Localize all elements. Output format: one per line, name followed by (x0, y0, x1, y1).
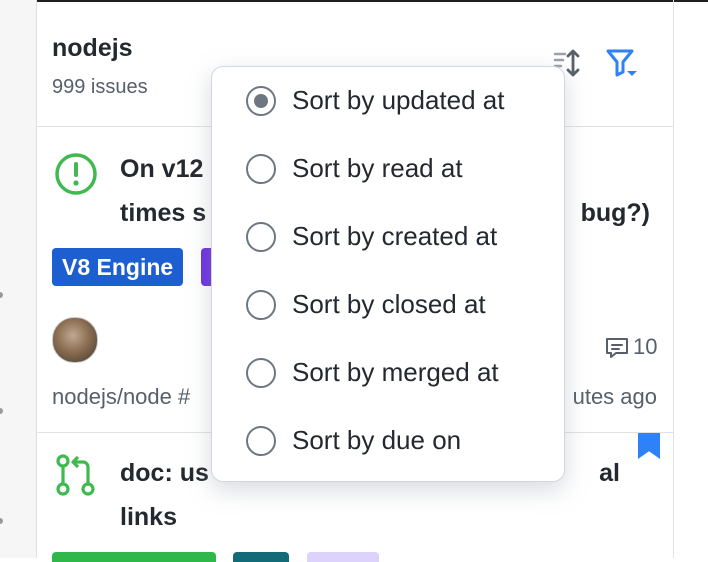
bookmark-icon[interactable] (638, 433, 660, 459)
radio-unselected[interactable] (246, 154, 276, 184)
sort-option-label: Sort by merged at (292, 357, 499, 387)
label-v8-engine[interactable]: V8 Engine (52, 248, 184, 286)
sort-option-closed[interactable]: Sort by closed at (212, 271, 564, 339)
label-chip[interactable] (52, 552, 216, 562)
sort-option-label: Sort by closed at (292, 289, 486, 319)
sort-option-read[interactable]: Sort by read at (212, 135, 564, 203)
pr-title-line2: links (120, 503, 177, 531)
radio-unselected[interactable] (246, 222, 276, 252)
sort-option-label: Sort by read at (292, 153, 463, 183)
sort-option-label: Sort by due on (292, 425, 462, 455)
sort-option-merged[interactable]: Sort by merged at (212, 339, 564, 407)
radio-selected[interactable] (246, 86, 276, 116)
sort-option-created[interactable]: Sort by created at (212, 203, 564, 271)
radio-unselected[interactable] (246, 358, 276, 388)
issue-count: 999 issues (52, 76, 148, 98)
panel-right-border (673, 0, 674, 558)
sidebar-marker (0, 408, 3, 414)
label-chip[interactable] (307, 552, 379, 562)
updated-time: utes ago (572, 384, 657, 409)
avatar[interactable] (52, 317, 98, 363)
sidebar-marker (0, 518, 3, 524)
sort-option-label: Sort by updated at (292, 85, 505, 115)
issue-title-line2-end: bug?) (580, 199, 650, 227)
sort-menu: Sort by updated at Sort by read at Sort … (211, 66, 565, 482)
sort-option-label: Sort by created at (292, 221, 498, 251)
issue-opened-icon (53, 151, 99, 202)
issue-title-line1: On v12 (120, 155, 204, 183)
label-chip[interactable] (233, 552, 289, 562)
sort-option-updated[interactable]: Sort by updated at (212, 67, 564, 135)
sidebar-marker (0, 292, 3, 298)
comment-count: 10 (633, 334, 658, 359)
radio-unselected[interactable] (246, 426, 276, 456)
radio-unselected[interactable] (246, 290, 276, 320)
pr-title-line1-end: al (599, 459, 620, 487)
filter-icon[interactable] (605, 46, 641, 82)
git-pull-request-icon (53, 453, 99, 504)
sort-option-due[interactable]: Sort by due on (212, 407, 564, 475)
pr-title-line1-start: doc: us (120, 459, 209, 487)
repo-reference: nodejs/node # (52, 384, 191, 409)
left-sidebar-edge (0, 0, 37, 558)
comment-icon (604, 335, 630, 366)
issue-title-line2-start: times s (120, 199, 207, 227)
repo-title: nodejs (52, 34, 133, 62)
